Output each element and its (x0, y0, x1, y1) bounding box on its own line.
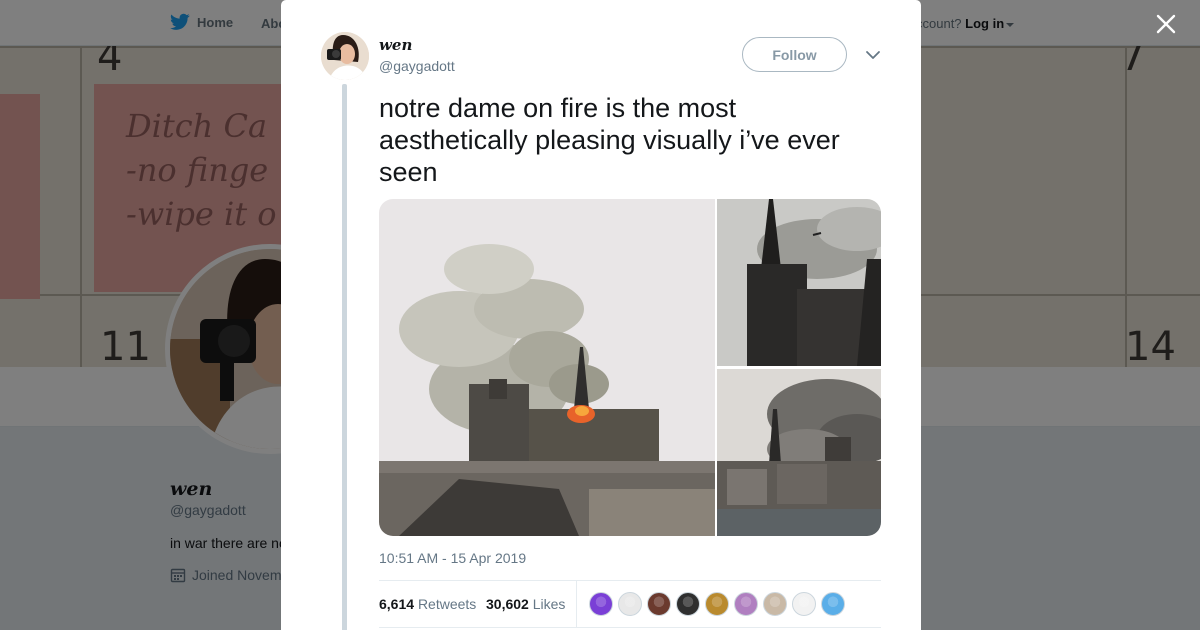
tweet-modal: wen @gaygadott Follow notre dame on fire… (281, 0, 921, 630)
follow-button[interactable]: Follow (742, 37, 847, 72)
tweet-text: notre dame on fire is the most aesthetic… (379, 93, 840, 187)
close-icon (1156, 14, 1176, 34)
tweet-author-avatar[interactable] (321, 32, 369, 80)
more-options-button[interactable] (865, 48, 881, 62)
liker-avatar[interactable] (792, 592, 816, 616)
liker-avatar[interactable] (763, 592, 787, 616)
tweet-photo-main[interactable] (379, 199, 715, 536)
tweet-photo-bottom-right[interactable] (717, 369, 881, 536)
retweets-label: Retweets (417, 596, 477, 612)
retweets-stat[interactable]: 6,614 Retweets (379, 596, 476, 612)
thread-line (342, 84, 347, 630)
liker-avatar[interactable] (821, 592, 845, 616)
liker-avatar[interactable] (676, 592, 700, 616)
tweet-media-grid (379, 199, 881, 536)
likes-count: 30,602 (486, 596, 529, 612)
stats-divider (576, 581, 577, 627)
avatar-photo (321, 32, 369, 80)
likes-label: Likes (532, 596, 566, 612)
liker-avatar[interactable] (589, 592, 613, 616)
liker-avatar[interactable] (647, 592, 671, 616)
tweet-author-name[interactable]: wen (379, 36, 412, 54)
liker-avatar[interactable] (705, 592, 729, 616)
tweet-stats: 6,614 Retweets 30,602 Likes (379, 580, 881, 628)
liker-avatars (589, 592, 845, 616)
tweet-timestamp[interactable]: 10:51 AM - 15 Apr 2019 (379, 550, 526, 566)
chevron-down-icon (866, 51, 880, 59)
liker-avatar[interactable] (618, 592, 642, 616)
tweet-author-handle[interactable]: @gaygadott (379, 58, 455, 74)
liker-avatar[interactable] (734, 592, 758, 616)
retweets-count: 6,614 (379, 596, 415, 612)
likes-stat[interactable]: 30,602 Likes (486, 596, 565, 612)
close-modal-button[interactable] (1152, 10, 1180, 38)
tweet-photo-top-right[interactable] (717, 199, 881, 366)
